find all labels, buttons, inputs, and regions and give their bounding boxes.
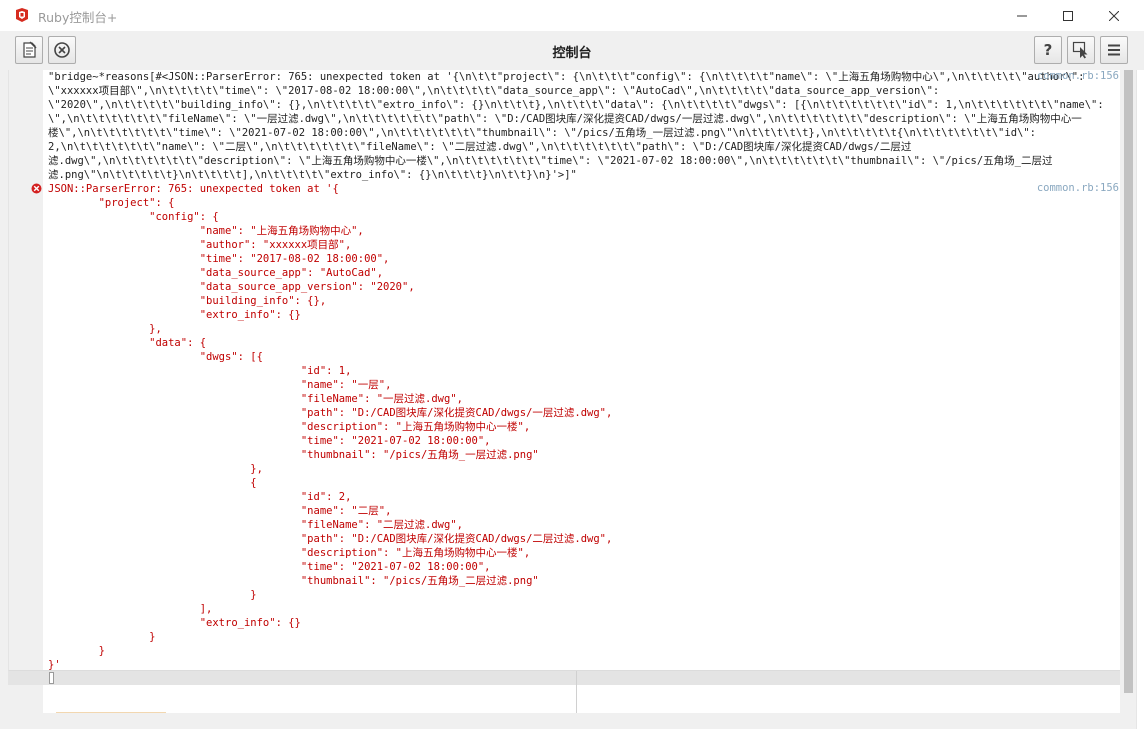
help-icon: ? [1044,41,1053,59]
console-output[interactable]: "bridge~*reasons[#<JSON::ParserError: 76… [0,70,1120,713]
close-button[interactable] [1091,0,1137,31]
sketchup-icon [14,7,30,23]
window-title: Ruby控制台+ [38,10,118,25]
minimize-button[interactable] [999,0,1045,31]
gutter [0,70,43,713]
error-source-link[interactable]: common.rb:156 [1037,182,1119,194]
console-input[interactable] [8,671,1120,685]
error-message: JSON::ParserError: 765: unexpected token… [48,183,613,671]
toolbar: 控制台 ? [0,31,1144,70]
error-icon [31,183,42,194]
maximize-icon [1063,10,1073,21]
scrollbar-thumb[interactable] [1124,70,1133,693]
inspect-button[interactable] [1067,36,1095,64]
bottom-strip [0,713,1136,729]
menu-icon [1108,44,1120,56]
bridge-message: "bridge~*reasons[#<JSON::ParserError: 76… [48,71,1104,181]
window-right-edge [1136,70,1144,729]
maximize-button[interactable] [1045,0,1091,31]
inspect-cursor-icon [1072,41,1088,59]
menu-button[interactable] [1100,36,1128,64]
title-bar: Ruby控制台+ [0,0,1144,31]
console-title: 控制台 [552,46,592,61]
input-caret [49,672,54,684]
close-icon [1109,10,1119,21]
column-divider [576,671,577,713]
svg-text:?: ? [1044,41,1053,59]
bridge-source-link[interactable]: common.rb:156 [1037,70,1119,82]
help-button[interactable]: ? [1034,36,1062,64]
minimize-icon [1017,15,1027,16]
